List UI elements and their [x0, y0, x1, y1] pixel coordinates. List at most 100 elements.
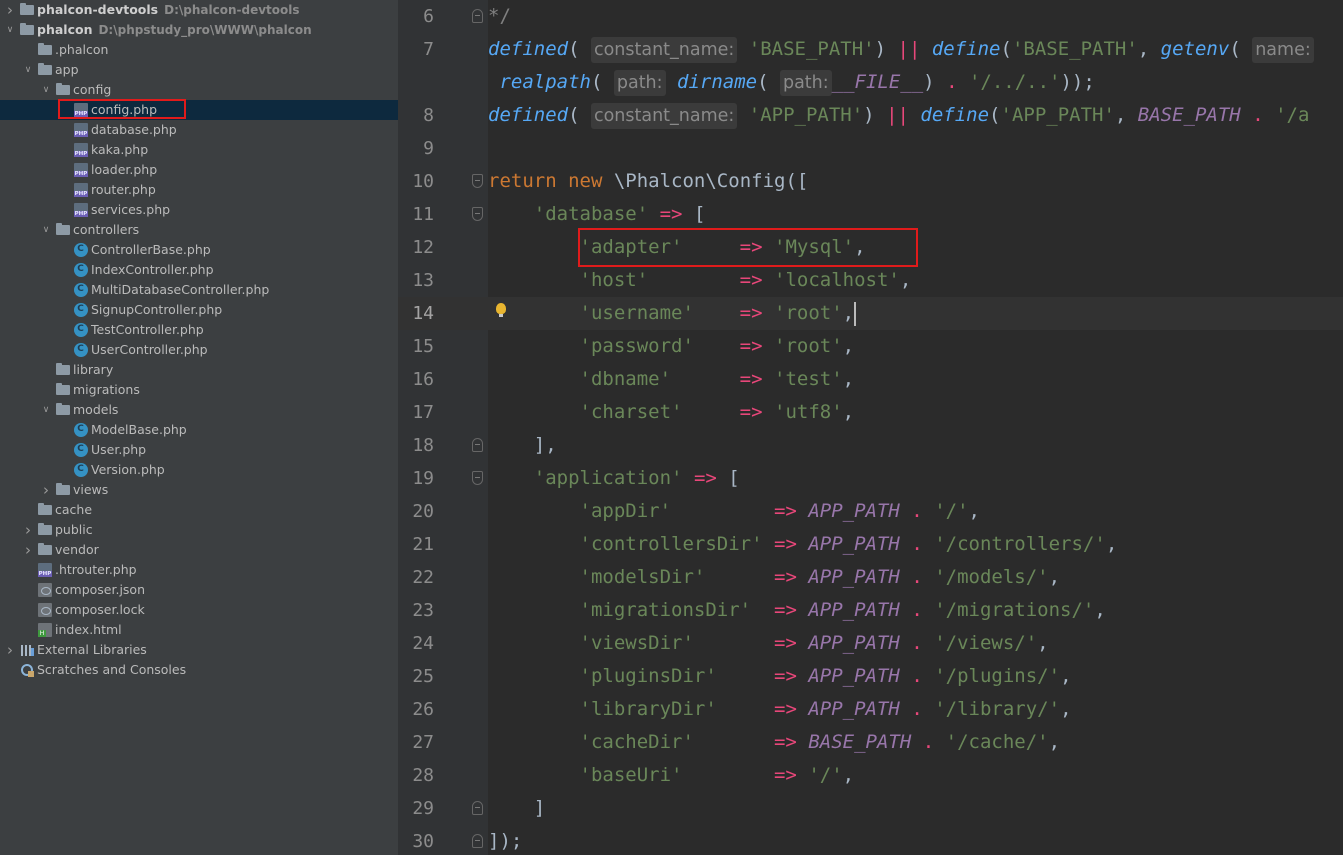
tree-item[interactable]: migrations [0, 380, 398, 400]
tree-item[interactable]: ∨ models [0, 400, 398, 420]
chevron-down-icon[interactable]: ∨ [40, 220, 52, 240]
code-line[interactable]: 25 'pluginsDir' => APP_PATH . '/plugins/… [398, 660, 1343, 693]
code-line[interactable]: 12 'adapter' => 'Mysql', [398, 231, 1343, 264]
code-line[interactable]: 30]); [398, 825, 1343, 855]
tree-item[interactable]: › public [0, 520, 398, 540]
library-icon [20, 643, 34, 657]
code-line[interactable]: 20 'appDir' => APP_PATH . '/', [398, 495, 1343, 528]
code-token: => [739, 335, 763, 357]
code-line[interactable]: 7 defined( constant_name: 'BASE_PATH') ||… [398, 33, 1343, 66]
tree-item[interactable]: ∨ config [0, 80, 398, 100]
chevron-down-icon[interactable]: ∨ [22, 60, 34, 80]
fold-marker-icon[interactable] [472, 9, 483, 23]
chevron-right-icon[interactable]: › [4, 640, 16, 660]
code-token: => [773, 731, 797, 753]
code-token: APP_PATH [808, 566, 900, 588]
chevron-right-icon[interactable]: › [40, 480, 52, 500]
tree-item[interactable]: Version.php [0, 460, 398, 480]
tree-item[interactable]: MultiDatabaseController.php [0, 280, 398, 300]
tree-item[interactable]: router.php [0, 180, 398, 200]
code-token: ( [568, 104, 591, 126]
chevron-right-icon[interactable]: › [22, 540, 34, 560]
tree-item[interactable]: composer.lock [0, 600, 398, 620]
code-token: 'viewsDir' [579, 632, 694, 654]
tree-item[interactable]: UserController.php [0, 340, 398, 360]
tree-item[interactable]: › External Libraries [0, 640, 398, 660]
code-line[interactable]: 8 defined( constant_name: 'APP_PATH') || … [398, 99, 1343, 132]
code-line[interactable]: 15 'password' => 'root', [398, 330, 1343, 363]
code-line[interactable]: 22 'modelsDir' => APP_PATH . '/models/', [398, 561, 1343, 594]
tree-item[interactable]: IndexController.php [0, 260, 398, 280]
fold-marker-icon[interactable] [472, 174, 483, 188]
code-line[interactable]: 28 'baseUri' => '/', [398, 759, 1343, 792]
project-tree[interactable]: › phalcon-devtools D:\phalcon-devtools ∨ pha… [0, 0, 398, 855]
code-line[interactable]: 14 'username' => 'root', [398, 297, 1343, 330]
code-editor[interactable]: 6 */7 defined( constant_name: 'BASE_PATH')… [398, 0, 1343, 855]
code-token: )); [1060, 71, 1095, 93]
fold-marker-icon[interactable] [472, 834, 483, 848]
tree-item[interactable]: ∨ app [0, 60, 398, 80]
fold-marker-icon[interactable] [472, 207, 483, 221]
tree-item[interactable]: config.php [0, 100, 398, 120]
tree-item[interactable]: services.php [0, 200, 398, 220]
tree-item[interactable]: .htrouter.php [0, 560, 398, 580]
tree-item[interactable]: index.html [0, 620, 398, 640]
tree-item[interactable]: kaka.php [0, 140, 398, 160]
tree-item[interactable]: ∨ controllers [0, 220, 398, 240]
code-line[interactable]: 26 'libraryDir' => APP_PATH . '/library/… [398, 693, 1343, 726]
chevron-down-icon[interactable]: ∨ [4, 20, 16, 40]
tree-item[interactable]: library [0, 360, 398, 380]
tree-item[interactable]: loader.php [0, 160, 398, 180]
tree-item[interactable]: › views [0, 480, 398, 500]
tree-item[interactable]: TestController.php [0, 320, 398, 340]
tree-item[interactable]: ModelBase.php [0, 420, 398, 440]
code-line[interactable]: 13 'host' => 'localhost', [398, 264, 1343, 297]
tree-item-label: vendor [55, 542, 99, 557]
tree-item[interactable]: ControllerBase.php [0, 240, 398, 260]
code-line[interactable]: 24 'viewsDir' => APP_PATH . '/views/', [398, 627, 1343, 660]
code-token: [ [716, 467, 740, 489]
tree-item[interactable]: composer.json [0, 580, 398, 600]
code-token: . [911, 566, 923, 588]
code-line[interactable]: 18 ], [398, 429, 1343, 462]
tree-item[interactable]: cache [0, 500, 398, 520]
tree-item[interactable]: Scratches and Consoles [0, 660, 398, 680]
tree-item[interactable]: ∨ phalcon D:\phpstudy_pro\WWW\phalcon [0, 20, 398, 40]
code-line[interactable]: 9 [398, 132, 1343, 165]
code-token: => [693, 467, 717, 489]
folder-icon [38, 503, 52, 517]
code-line[interactable]: 10 return new \Phalcon\Config([ [398, 165, 1343, 198]
chevron-right-icon[interactable]: › [4, 0, 16, 20]
code-line[interactable]: 23 'migrationsDir' => APP_PATH . '/migra… [398, 594, 1343, 627]
code-line[interactable]: 11 'database' => [ [398, 198, 1343, 231]
fold-marker-icon[interactable] [472, 471, 483, 485]
code-text: 'username' => 'root', [488, 297, 857, 330]
tree-item[interactable]: User.php [0, 440, 398, 460]
code-text: 'charset' => 'utf8', [488, 396, 855, 429]
chevron-down-icon[interactable]: ∨ [40, 80, 52, 100]
code-line[interactable]: 16 'dbname' => 'test', [398, 363, 1343, 396]
code-line[interactable]: realpath( path: dirname( path: __FILE__) … [398, 66, 1343, 99]
fold-marker-icon[interactable] [472, 801, 483, 815]
tree-item[interactable]: .phalcon [0, 40, 398, 60]
tree-item[interactable]: › phalcon-devtools D:\phalcon-devtools [0, 0, 398, 20]
chevron-down-icon[interactable]: ∨ [40, 400, 52, 420]
fold-marker-icon[interactable] [472, 438, 483, 452]
code-line[interactable]: 21 'controllersDir' => APP_PATH . '/cont… [398, 528, 1343, 561]
code-token: '/' [934, 500, 969, 522]
chevron-right-icon[interactable]: › [22, 520, 34, 540]
code-line[interactable]: 19 'application' => [ [398, 462, 1343, 495]
code-line[interactable]: 29 ] [398, 792, 1343, 825]
tree-item[interactable]: database.php [0, 120, 398, 140]
code-line[interactable]: 6 */ [398, 0, 1343, 33]
tree-item[interactable]: › vendor [0, 540, 398, 560]
code-line[interactable]: 17 'charset' => 'utf8', [398, 396, 1343, 429]
code-line[interactable]: 27 'cacheDir' => BASE_PATH . '/cache/', [398, 726, 1343, 759]
tree-item[interactable]: SignupController.php [0, 300, 398, 320]
